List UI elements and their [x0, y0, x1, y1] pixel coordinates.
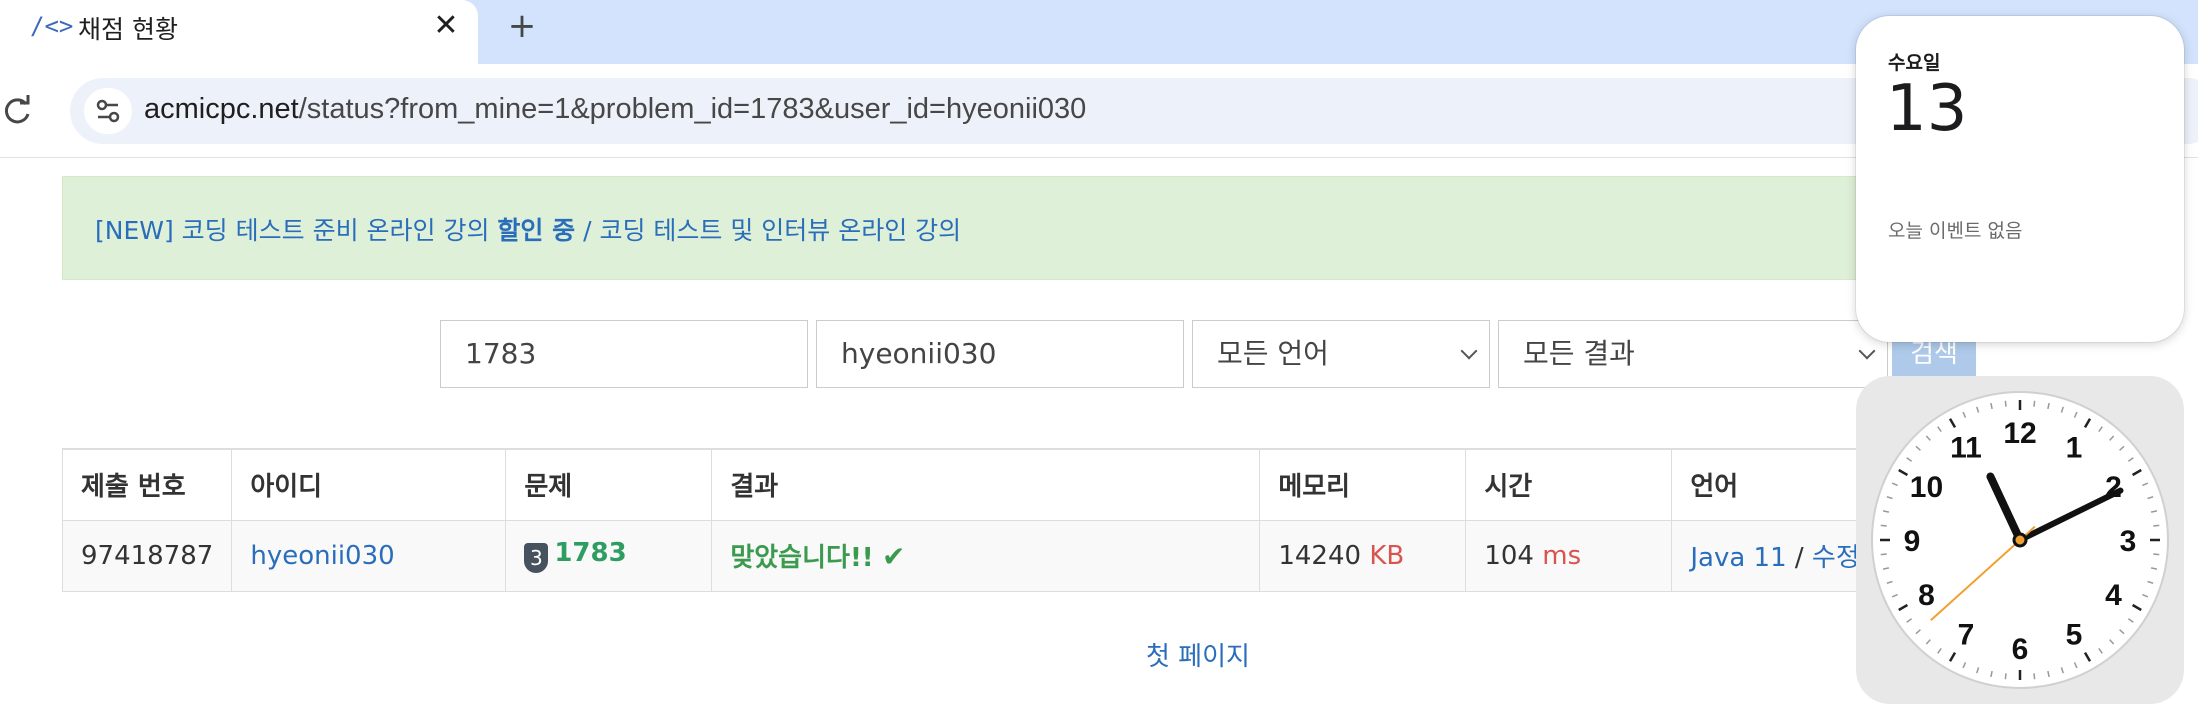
clock-number: 9	[1904, 525, 1921, 558]
result-text: 맞았습니다!!	[730, 543, 874, 573]
url-path: /status?from_mine=1&problem_id=1783&user…	[298, 93, 1087, 125]
header-result: 결과	[711, 448, 1261, 521]
edit-link[interactable]: 수정	[1812, 543, 1860, 573]
clock-tick	[1880, 524, 1887, 527]
analog-clock-icon: 12 1234567891011	[1871, 391, 2169, 689]
clock-number: 12	[2003, 417, 2036, 450]
clock-number: 7	[1958, 619, 1975, 652]
calendar-events: 오늘 이벤트 없음	[1888, 220, 2023, 242]
time-cell: 104 ms	[1465, 519, 1673, 592]
clock-tick	[2153, 553, 2160, 556]
result-select[interactable]: 모든 결과	[1498, 320, 1888, 388]
header-submission: 제출 번호	[61, 448, 233, 521]
url-text[interactable]: acmicpc.net/status?from_mine=1&problem_i…	[144, 93, 1086, 126]
time-value: 104	[1484, 540, 1534, 571]
time-unit: ms	[1542, 540, 1582, 571]
url-host: acmicpc.net	[144, 93, 299, 125]
table-row: 97418787 hyeonii030 3 1783 맞았습니다!! ✔ 1424…	[61, 519, 1903, 592]
clock-tick	[2004, 400, 2007, 407]
header-problem: 문제	[505, 448, 713, 521]
language-select[interactable]: 모든 언어	[1192, 320, 1490, 388]
calendar-weekday: 수요일	[1888, 52, 1941, 74]
tab-title: 채점 현황	[78, 15, 178, 44]
language-link[interactable]: Java 11	[1690, 543, 1786, 573]
header-memory: 메모리	[1259, 448, 1467, 521]
clock-widget[interactable]: 12 1 2 3 4 5 6 7 8 9 10 11	[1856, 376, 2184, 704]
status-table: 제출 번호 아이디 문제 결과 메모리 시간 언어 97418787 hyeon…	[61, 448, 1903, 592]
clock-center	[2012, 532, 2028, 548]
notice-discount[interactable]: 할인 중	[497, 216, 575, 245]
submission-id: 97418787	[61, 519, 233, 592]
clock-tick	[1880, 553, 1887, 556]
problem-cell: 3 1783	[505, 519, 713, 592]
new-tab-button[interactable]: +	[502, 4, 542, 48]
problem-link[interactable]: 1783	[554, 538, 626, 568]
clock-number: 6	[2012, 633, 2029, 666]
first-page-link[interactable]: 첫 페이지	[1146, 636, 1250, 673]
notice-text[interactable]: [NEW] 코딩 테스트 준비 온라인 강의 할인 중 / 코딩 테스트 및 인…	[95, 211, 961, 247]
notice-link-interview[interactable]: / 코딩 테스트 및 인터뷰 온라인 강의	[575, 216, 961, 245]
clock-tick	[2004, 673, 2007, 680]
notice-banner: [NEW] 코딩 테스트 준비 온라인 강의 할인 중 / 코딩 테스트 및 인…	[62, 176, 1962, 280]
memory-value: 14240	[1278, 540, 1362, 571]
header-time: 시간	[1465, 448, 1673, 521]
reload-icon[interactable]	[0, 90, 34, 132]
memory-unit: KB	[1369, 540, 1405, 571]
clock-number: 10	[1910, 471, 1943, 504]
clock-number: 4	[2105, 579, 2122, 612]
table-header-row: 제출 번호 아이디 문제 결과 메모리 시간 언어	[61, 448, 1903, 521]
calendar-widget[interactable]: 수요일 13 오늘 이벤트 없음	[1856, 16, 2184, 342]
notice-link-course[interactable]: [NEW] 코딩 테스트 준비 온라인 강의	[95, 216, 497, 245]
tier-badge-icon: 3	[524, 543, 549, 573]
clock-number: 11	[1950, 431, 1982, 464]
calendar-day: 13	[1886, 72, 1968, 146]
clock-number: 8	[1918, 579, 1935, 612]
clock-number: 3	[2120, 525, 2137, 558]
clock-number: 5	[2066, 619, 2083, 652]
user-link[interactable]: hyeonii030	[250, 541, 394, 571]
code-favicon-icon: /<>	[30, 12, 74, 40]
site-settings-icon[interactable]	[84, 88, 132, 134]
result-cell: 맞았습니다!! ✔	[711, 519, 1261, 592]
close-tab-icon[interactable]: ✕	[430, 6, 462, 46]
header-user: 아이디	[231, 448, 507, 521]
clock-tick	[2033, 673, 2036, 680]
problem-id-input[interactable]: 1783	[440, 320, 808, 388]
checkmark-icon: ✔	[881, 540, 906, 573]
browser-tab-active[interactable]: /<> 채점 현황 ✕	[0, 0, 478, 64]
memory-cell: 14240 KB	[1259, 519, 1467, 592]
clock-tick	[2033, 400, 2036, 407]
clock-number: 1	[2066, 431, 2083, 464]
clock-tick	[2153, 524, 2160, 527]
user-id-input[interactable]: hyeonii030	[816, 320, 1184, 388]
language-separator: /	[1794, 543, 1804, 573]
